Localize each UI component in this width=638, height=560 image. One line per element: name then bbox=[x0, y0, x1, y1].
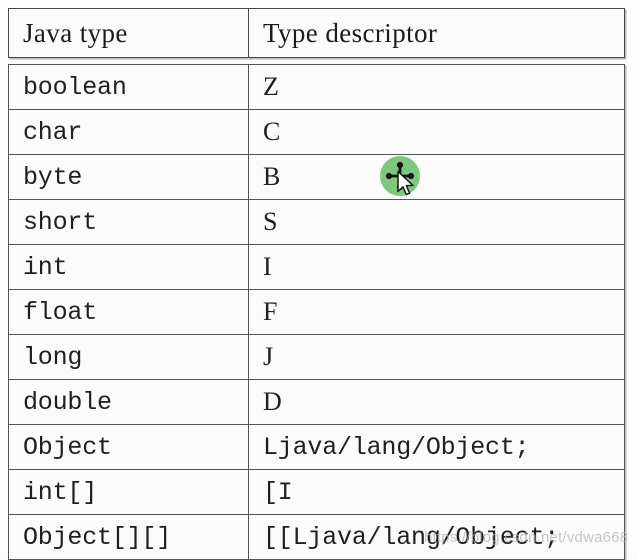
cell-type-descriptor: Z bbox=[248, 64, 625, 110]
java-type-value: char bbox=[23, 117, 83, 147]
java-type-value: int[] bbox=[23, 477, 98, 507]
cell-java-type: int[] bbox=[8, 469, 249, 515]
java-type-value: Object[][] bbox=[23, 522, 172, 552]
java-type-value: int bbox=[23, 252, 68, 282]
cell-type-descriptor: D bbox=[248, 379, 625, 425]
cell-type-descriptor: F bbox=[248, 289, 625, 335]
table-row: float F bbox=[8, 289, 625, 335]
cell-java-type: long bbox=[8, 334, 249, 380]
type-descriptor-value: Z bbox=[263, 72, 279, 101]
type-descriptor-value: C bbox=[263, 117, 281, 146]
table-body: boolean Z char C byte B short S int I fl… bbox=[8, 64, 625, 560]
type-descriptor-value: I bbox=[263, 252, 272, 281]
table-row: Object Ljava/lang/Object; bbox=[8, 424, 625, 470]
cell-type-descriptor: I bbox=[248, 244, 625, 290]
cell-type-descriptor: [I bbox=[248, 469, 625, 515]
java-type-value: long bbox=[23, 342, 83, 372]
table-header-row: Java type Type descriptor bbox=[8, 8, 625, 58]
cell-java-type: short bbox=[8, 199, 249, 245]
cell-java-type: Object bbox=[8, 424, 249, 470]
cell-type-descriptor: C bbox=[248, 109, 625, 155]
java-type-value: double bbox=[23, 387, 112, 417]
column-header-java-type: Java type bbox=[23, 17, 128, 48]
type-descriptor-value: S bbox=[263, 207, 278, 236]
cell-type-descriptor: J bbox=[248, 334, 625, 380]
java-type-value: byte bbox=[23, 162, 83, 192]
type-descriptor-value: Ljava/lang/Object; bbox=[263, 432, 530, 462]
java-type-value: float bbox=[23, 297, 98, 327]
java-type-value: boolean bbox=[23, 72, 127, 102]
table-row: char C bbox=[8, 109, 625, 155]
type-descriptor-value: J bbox=[263, 342, 274, 371]
table-row: int I bbox=[8, 244, 625, 290]
header-cell-type-descriptor: Type descriptor bbox=[248, 8, 625, 58]
type-descriptor-table: Java type Type descriptor boolean Z char… bbox=[8, 8, 625, 560]
cell-type-descriptor: Ljava/lang/Object; bbox=[248, 424, 625, 470]
cell-java-type: int bbox=[8, 244, 249, 290]
table-row: byte B bbox=[8, 154, 625, 200]
type-descriptor-value: [[Ljava/lang/Object; bbox=[263, 522, 560, 552]
cell-java-type: boolean bbox=[8, 64, 249, 110]
screenshot-canvas: Java type Type descriptor boolean Z char… bbox=[0, 0, 638, 560]
type-descriptor-value: [I bbox=[263, 477, 293, 507]
column-header-type-descriptor: Type descriptor bbox=[263, 17, 438, 48]
cell-java-type: char bbox=[8, 109, 249, 155]
cell-type-descriptor: B bbox=[248, 154, 625, 200]
cell-type-descriptor: S bbox=[248, 199, 625, 245]
table-row: int[] [I bbox=[8, 469, 625, 515]
java-type-value: Object bbox=[23, 432, 112, 462]
cell-java-type: byte bbox=[8, 154, 249, 200]
table-row: boolean Z bbox=[8, 64, 625, 110]
java-type-value: short bbox=[23, 207, 98, 237]
type-descriptor-value: D bbox=[263, 387, 282, 416]
type-descriptor-value: F bbox=[263, 297, 278, 326]
table-row: long J bbox=[8, 334, 625, 380]
header-cell-java-type: Java type bbox=[8, 8, 249, 58]
cell-java-type: float bbox=[8, 289, 249, 335]
type-descriptor-value: B bbox=[263, 162, 281, 191]
cell-java-type: double bbox=[8, 379, 249, 425]
table-header: Java type Type descriptor bbox=[8, 8, 625, 58]
table-row: double D bbox=[8, 379, 625, 425]
table-row: short S bbox=[8, 199, 625, 245]
